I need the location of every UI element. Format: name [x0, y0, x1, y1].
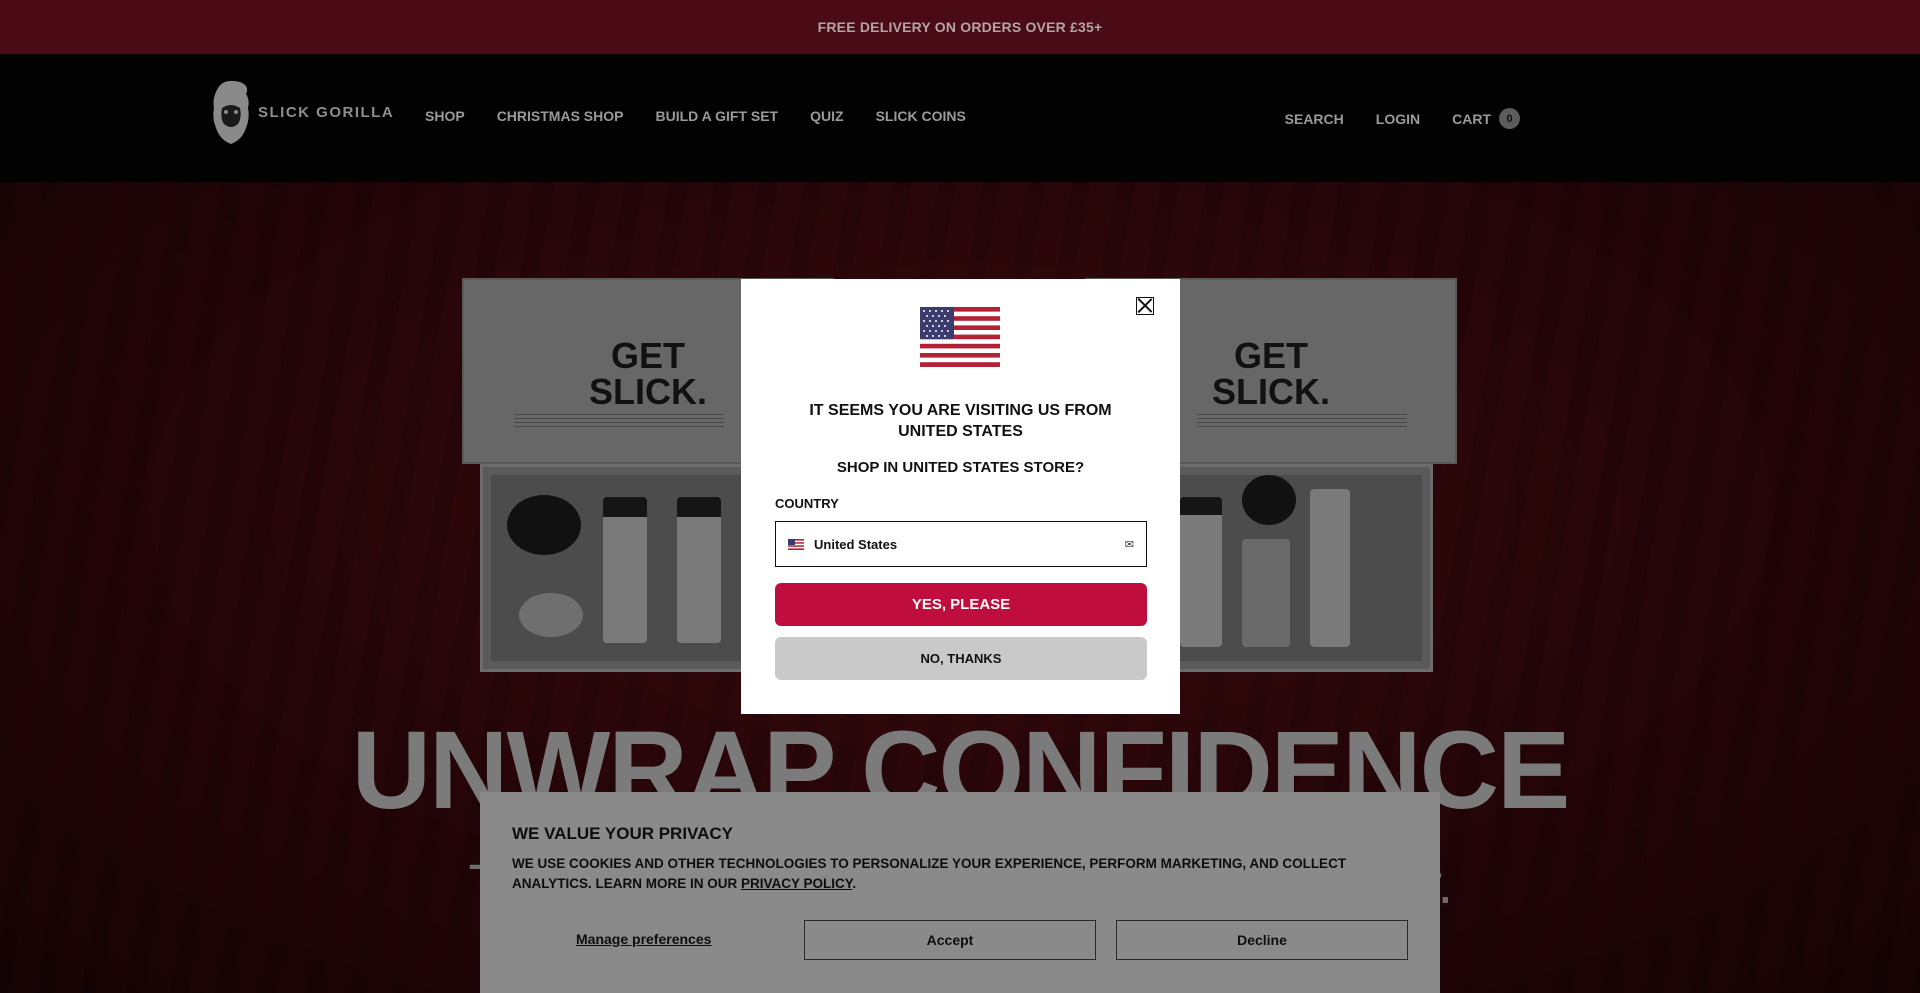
us-flag-icon	[920, 307, 1000, 367]
privacy-policy-link[interactable]: PRIVACY POLICY	[741, 876, 852, 891]
yes-please-button[interactable]: YES, PLEASE	[775, 583, 1147, 626]
geo-redirect-modal: IT SEEMS YOU ARE VISITING US FROM UNITED…	[741, 279, 1180, 714]
us-flag-icon	[788, 538, 804, 550]
store-prompt: SHOP IN UNITED STATES STORE?	[836, 459, 1085, 476]
country-value: United States	[814, 536, 898, 552]
cookie-body-end: .	[852, 876, 857, 891]
cookie-title: WE VALUE YOUR PRIVACY	[512, 824, 734, 843]
decline-button[interactable]: Decline	[1116, 920, 1408, 960]
country-label: COUNTRY	[775, 496, 839, 511]
cookie-body: WE USE COOKIES AND OTHER TECHNOLOGIES TO…	[512, 854, 1372, 894]
accept-button[interactable]: Accept	[804, 920, 1096, 960]
chevron-down-icon: ✉	[1124, 538, 1134, 551]
manage-preferences-button[interactable]: Manage preferences	[576, 931, 711, 947]
announcement-text: FREE DELIVERY ON ORDERS OVER £35+	[817, 19, 1103, 35]
geo-question: IT SEEMS YOU ARE VISITING US FROM UNITED…	[809, 402, 1112, 440]
cookie-banner: WE VALUE YOUR PRIVACY WE USE COOKIES AND…	[480, 792, 1440, 993]
announcement-bar: FREE DELIVERY ON ORDERS OVER £35+	[0, 0, 1920, 54]
close-icon[interactable]	[1136, 297, 1154, 315]
cookie-body-text: WE USE COOKIES AND OTHER TECHNOLOGIES TO…	[512, 856, 1347, 891]
country-select[interactable]: United States ✉	[775, 521, 1147, 567]
no-thanks-button[interactable]: NO, THANKS	[775, 637, 1147, 680]
